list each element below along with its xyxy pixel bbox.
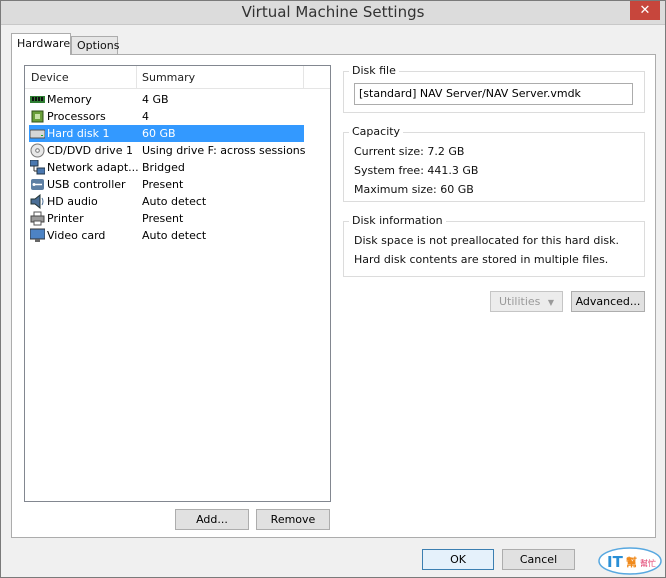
device-name: Processors (47, 110, 106, 123)
device-row-hard-disk[interactable]: Hard disk 1 60 GB (29, 125, 304, 142)
column-header-summary[interactable]: Summary (142, 71, 195, 84)
cancel-button[interactable]: Cancel (502, 549, 575, 570)
hard-disk-icon (30, 129, 45, 139)
capacity-group: Capacity Current size: 7.2 GB System fre… (343, 125, 645, 202)
disk-information-title: Disk information (349, 214, 446, 227)
device-row-cd-dvd[interactable]: CD/DVD drive 1 Using drive F: across ses… (29, 142, 306, 159)
device-name: USB controller (47, 178, 126, 191)
column-separator[interactable] (303, 66, 304, 89)
device-name: Network adapt... (47, 161, 139, 174)
network-icon (30, 160, 45, 175)
monitor-icon (30, 228, 45, 242)
processor-icon (31, 110, 44, 123)
svg-text:IT: IT (607, 553, 624, 571)
utilities-label: Utilities (498, 295, 541, 308)
disk-file-title: Disk file (349, 64, 399, 77)
dropdown-arrow-icon: ▼ (547, 298, 555, 307)
printer-icon (30, 211, 45, 226)
device-row-printer[interactable]: Printer Present (29, 210, 304, 227)
device-row-video-card[interactable]: Video card Auto detect (29, 227, 304, 244)
column-separator[interactable] (136, 66, 137, 89)
svg-text:幫: 幫 (626, 555, 637, 569)
device-summary: Bridged (142, 161, 185, 174)
device-summary: Present (142, 178, 184, 191)
device-row-hd-audio[interactable]: HD audio Auto detect (29, 193, 304, 210)
device-summary: Using drive F: across sessions (142, 144, 306, 157)
list-header: Device Summary (25, 66, 330, 89)
site-logo: IT 幫 幫忙 (598, 547, 662, 575)
device-row-memory[interactable]: Memory 4 GB (29, 91, 304, 108)
column-header-device[interactable]: Device (31, 71, 69, 84)
add-button[interactable]: Add... (175, 509, 249, 530)
system-free-text: System free: 441.3 GB (354, 164, 479, 177)
ok-button[interactable]: OK (422, 549, 494, 570)
disk-file-path-field[interactable]: [standard] NAV Server/NAV Server.vmdk (354, 83, 633, 105)
title-bar[interactable]: Virtual Machine Settings ✕ (1, 1, 665, 25)
close-icon: ✕ (639, 3, 651, 18)
svg-text:幫忙: 幫忙 (640, 558, 656, 568)
device-row-network-adapter[interactable]: Network adapt... Bridged (29, 159, 304, 176)
current-size-text: Current size: 7.2 GB (354, 145, 465, 158)
device-summary: 4 (142, 110, 149, 123)
utilities-dropdown-button[interactable]: Utilities ▼ (490, 291, 563, 312)
disk-file-group: Disk file [standard] NAV Server/NAV Serv… (343, 64, 645, 113)
maximum-size-text: Maximum size: 60 GB (354, 183, 474, 196)
disk-info-line: Hard disk contents are stored in multipl… (354, 253, 609, 266)
cd-dvd-icon (30, 143, 45, 158)
device-summary: Auto detect (142, 229, 207, 242)
device-summary: Auto detect (142, 195, 207, 208)
disk-info-line: Disk space is not preallocated for this … (354, 234, 619, 247)
device-summary: Present (142, 212, 184, 225)
vm-settings-window: Virtual Machine Settings ✕ Hardware Opti… (0, 0, 666, 578)
device-summary: 4 GB (142, 93, 169, 106)
device-name: Memory (47, 93, 92, 106)
capacity-title: Capacity (349, 125, 404, 138)
tab-options[interactable]: Options (71, 36, 119, 55)
speaker-icon (30, 194, 44, 209)
remove-button[interactable]: Remove (256, 509, 330, 530)
device-name: HD audio (47, 195, 98, 208)
device-name: Printer (47, 212, 84, 225)
disk-information-group: Disk information Disk space is not preal… (343, 214, 645, 277)
device-row-usb-controller[interactable]: USB controller Present (29, 176, 304, 193)
device-name: Hard disk 1 (47, 127, 110, 140)
hardware-panel: Device Summary Memory 4 GB Processors 4 … (11, 54, 656, 538)
device-summary: 60 GB (142, 127, 176, 140)
window-title: Virtual Machine Settings (241, 3, 425, 21)
device-row-processors[interactable]: Processors 4 (29, 108, 304, 125)
device-name: Video card (47, 229, 106, 242)
advanced-button[interactable]: Advanced... (571, 291, 645, 312)
usb-icon (31, 179, 44, 190)
device-list[interactable]: Device Summary Memory 4 GB Processors 4 … (24, 65, 331, 502)
close-button[interactable]: ✕ (630, 1, 660, 20)
device-name: CD/DVD drive 1 (47, 144, 133, 157)
tab-hardware[interactable]: Hardware (11, 33, 71, 55)
memory-icon (30, 96, 45, 103)
